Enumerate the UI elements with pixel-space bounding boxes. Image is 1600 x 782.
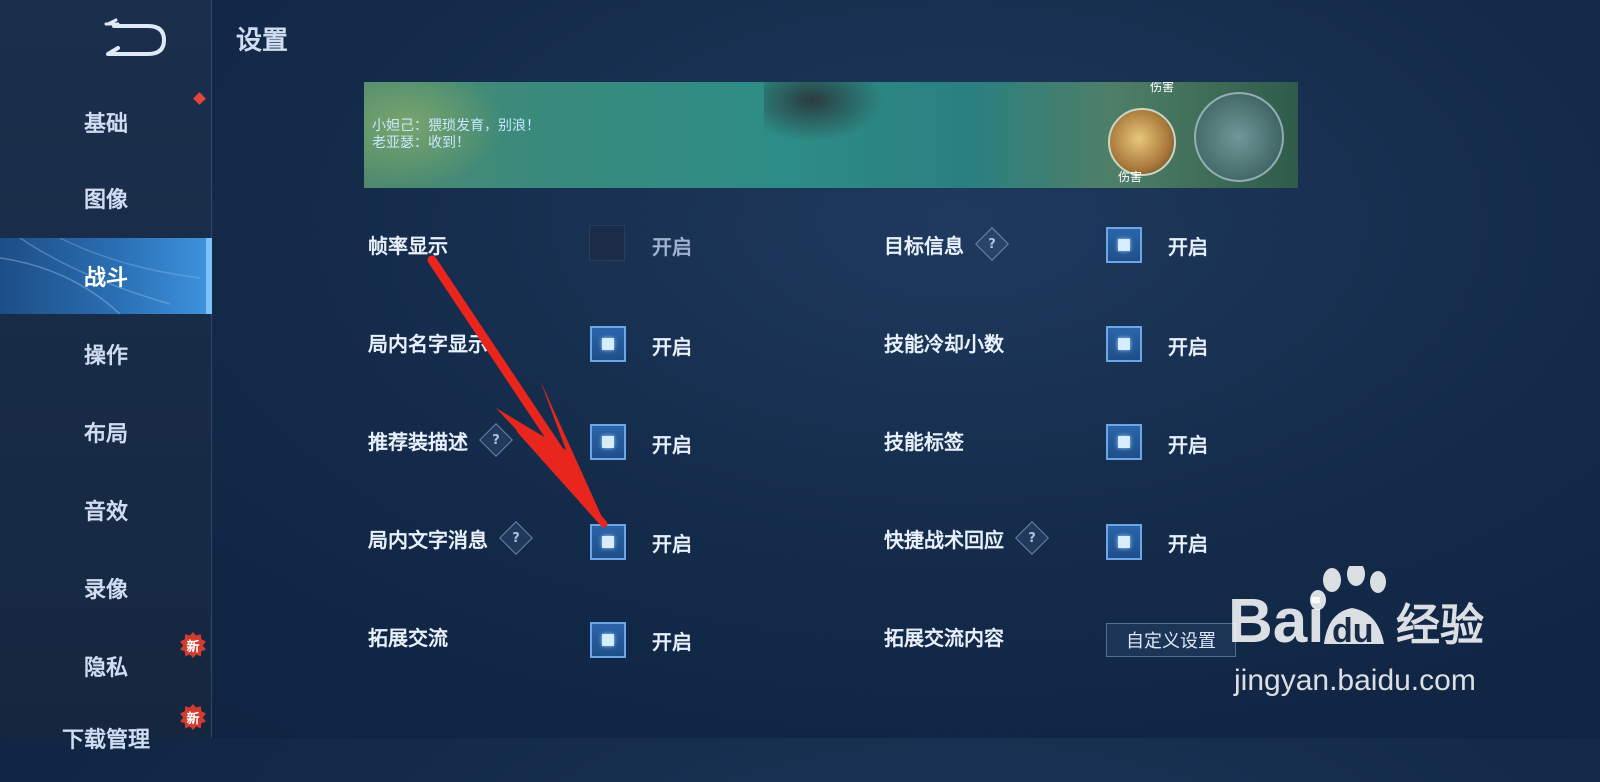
setting-row-target-info: 目标信息 ? xyxy=(884,224,1009,264)
state-label: 开启 xyxy=(652,630,692,654)
setting-row-extended-chat: 拓展交流 xyxy=(368,616,448,656)
chat-preview: 小妲己：猥琐发育，别浪！ 老亚瑟：收到！ xyxy=(372,118,540,152)
setting-row-recommend-items: 推荐装描述 ? xyxy=(368,420,513,460)
sidebar-item-image[interactable]: 图像 xyxy=(0,160,212,236)
setting-label: 技能冷却小数 xyxy=(884,331,1004,356)
sidebar-item-label: 录像 xyxy=(83,578,128,603)
state-label: 开启 xyxy=(652,532,692,556)
setting-label: 推荐装描述 xyxy=(368,429,468,454)
extended-chat-checkbox[interactable] xyxy=(590,622,626,658)
new-badge: 新 xyxy=(180,632,206,658)
state-label: 开启 xyxy=(652,335,692,359)
help-icon[interactable]: ? xyxy=(479,423,513,457)
setting-label: 拓展交流 xyxy=(368,625,448,650)
setting-row-cooldown-decimals: 技能冷却小数 xyxy=(884,322,1004,362)
setting-row-ingame-names: 局内名字显示 xyxy=(368,322,488,362)
setting-row-extended-chat-content: 拓展交流内容 xyxy=(884,616,1004,656)
setting-label: 局内文字消息 xyxy=(368,527,488,552)
state-label: 开启 xyxy=(1168,433,1208,457)
help-icon[interactable]: ? xyxy=(499,521,533,555)
sidebar-item-label: 下载管理 xyxy=(61,728,150,753)
recommend-items-checkbox[interactable] xyxy=(590,424,626,460)
chat-line: 小妲己：猥琐发育，别浪！ xyxy=(372,118,540,134)
chat-line: 老亚瑟：收到！ xyxy=(372,135,470,151)
setting-row-fps: 帧率显示 xyxy=(368,224,448,264)
setting-row-quick-tactics: 快捷战术回应 ? xyxy=(884,518,1049,558)
sidebar-item-privacy[interactable]: 隐私 新 xyxy=(0,628,212,704)
state-label: 开启 xyxy=(652,235,692,259)
setting-label: 局内名字显示 xyxy=(368,331,488,356)
sidebar-item-label: 图像 xyxy=(83,188,128,213)
watermark-url: jingyan.baidu.com xyxy=(1234,664,1476,697)
setting-label: 目标信息 xyxy=(884,233,964,258)
setting-label: 帧率显示 xyxy=(368,233,448,258)
cooldown-decimals-checkbox[interactable] xyxy=(1106,326,1142,362)
sidebar-item-battle[interactable]: 战斗 xyxy=(0,238,212,314)
sidebar-item-label: 布局 xyxy=(83,422,128,447)
sidebar-item-download[interactable]: 下载管理 新 xyxy=(0,704,212,782)
setting-label: 拓展交流内容 xyxy=(884,625,1004,650)
sidebar-item-replay[interactable]: 录像 xyxy=(0,550,212,626)
sidebar-item-basic[interactable]: 基础 xyxy=(0,84,212,160)
sidebar-item-sound[interactable]: 音效 xyxy=(0,472,212,548)
target-info-checkbox[interactable] xyxy=(1106,227,1142,263)
help-icon[interactable]: ? xyxy=(1015,521,1049,555)
sidebar-item-label: 操作 xyxy=(83,344,128,369)
sidebar-item-label: 战斗 xyxy=(83,266,128,291)
skill-tags-checkbox[interactable] xyxy=(1106,424,1142,460)
setting-label: 快捷战术回应 xyxy=(884,527,1004,552)
attack-button-icon xyxy=(1194,92,1284,182)
page-title: 设置 xyxy=(236,26,289,56)
state-label: 开启 xyxy=(1168,235,1208,259)
notification-dot xyxy=(193,92,206,105)
setting-label: 技能标签 xyxy=(884,429,964,454)
ingame-names-checkbox[interactable] xyxy=(590,326,626,362)
text-messages-checkbox[interactable] xyxy=(590,524,626,560)
help-icon[interactable]: ? xyxy=(975,227,1009,261)
sidebar-item-label: 基础 xyxy=(83,112,128,137)
state-label: 开启 xyxy=(1168,532,1208,556)
back-arrow-icon[interactable] xyxy=(100,18,170,60)
sidebar-item-layout[interactable]: 布局 xyxy=(0,394,212,470)
skill-label-top: 伤害 xyxy=(1150,82,1175,94)
state-label: 开启 xyxy=(652,433,692,457)
sidebar-item-label: 隐私 xyxy=(83,656,128,681)
state-label: 开启 xyxy=(1168,335,1208,359)
svg-text:经验: 经验 xyxy=(1396,600,1484,651)
svg-text:Bai: Bai xyxy=(1228,587,1324,656)
sidebar-item-controls[interactable]: 操作 xyxy=(0,316,212,392)
hero-figure xyxy=(764,82,884,142)
skill-icon xyxy=(1108,108,1176,176)
sidebar-item-label: 音效 xyxy=(83,500,128,525)
quick-tactics-checkbox[interactable] xyxy=(1106,524,1142,560)
battle-preview-image: 小妲己：猥琐发育，别浪！ 老亚瑟：收到！ 伤害 伤害 xyxy=(364,82,1298,188)
skill-label: 伤害 xyxy=(1118,170,1143,184)
setting-row-text-messages: 局内文字消息 ? xyxy=(368,518,533,558)
custom-settings-button[interactable]: 自定义设置 xyxy=(1106,623,1236,657)
sidebar: 基础 图像 战斗 操作 布局 音效 录像 隐私 新 下载管理 新 xyxy=(0,0,212,753)
svg-text:du: du xyxy=(1332,612,1374,650)
setting-row-skill-tags: 技能标签 xyxy=(884,420,964,460)
new-badge: 新 xyxy=(180,704,206,730)
fps-display-checkbox[interactable] xyxy=(589,225,625,261)
